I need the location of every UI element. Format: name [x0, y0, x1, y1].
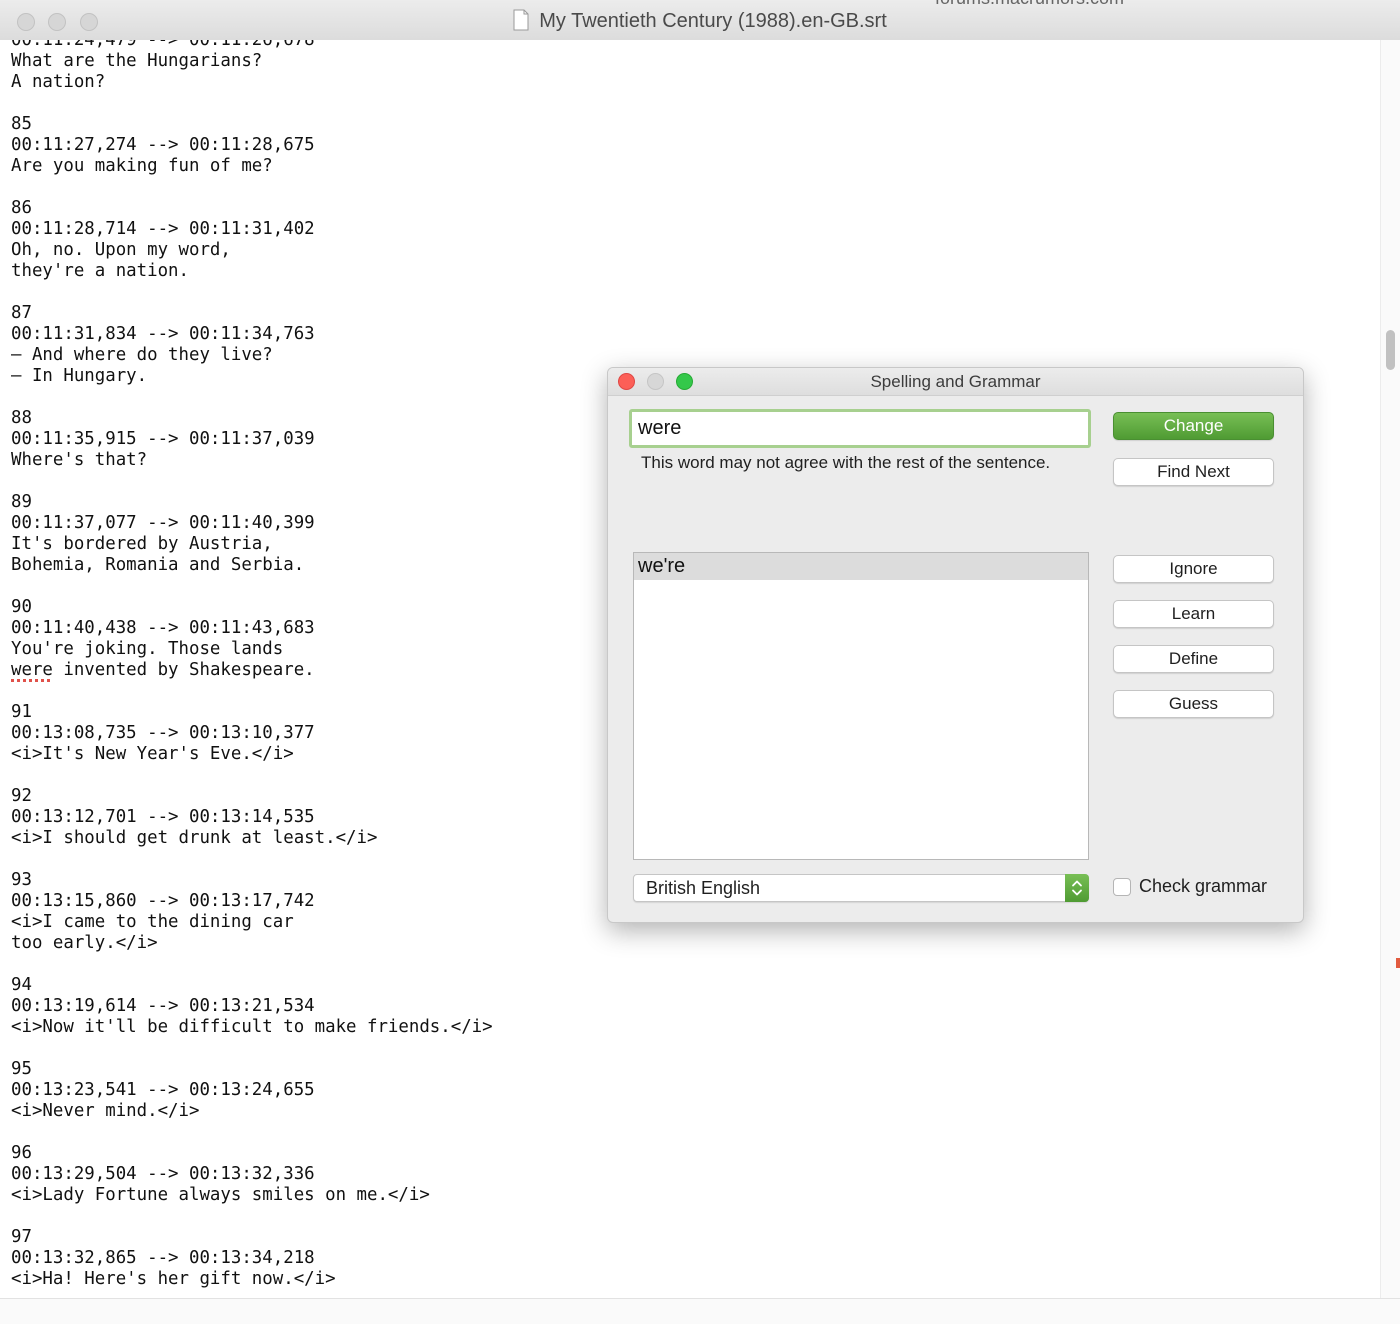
- panel-titlebar[interactable]: Spelling and Grammar: [608, 368, 1303, 396]
- panel-title: Spelling and Grammar: [870, 372, 1041, 391]
- spelling-grammar-panel: Spelling and Grammar This word may not a…: [607, 367, 1304, 923]
- language-select-value: British English: [646, 878, 761, 898]
- window-titlebar[interactable]: forums.macrumors.com My Twentieth Centur…: [0, 0, 1400, 41]
- guess-button[interactable]: Guess: [1113, 690, 1274, 718]
- misspelled-word[interactable]: were: [11, 660, 53, 680]
- change-button[interactable]: Change: [1113, 412, 1274, 440]
- misspelled-word-field[interactable]: [629, 409, 1091, 448]
- language-select[interactable]: British English: [633, 874, 1089, 902]
- window-title: My Twentieth Century (1988).en-GB.srt: [539, 10, 887, 32]
- check-grammar-label: Check grammar: [1139, 876, 1268, 896]
- define-button[interactable]: Define: [1113, 645, 1274, 673]
- check-grammar-checkbox[interactable]: [1113, 878, 1131, 896]
- guess-item[interactable]: we're: [634, 553, 1088, 580]
- guess-list[interactable]: we're: [633, 552, 1089, 860]
- grammar-hint: This word may not agree with the rest of…: [641, 453, 1051, 472]
- select-stepper-icon[interactable]: [1065, 874, 1089, 902]
- learn-button[interactable]: Learn: [1113, 600, 1274, 628]
- background-tab-label: forums.macrumors.com: [935, 0, 1124, 9]
- text-after-error: 91 00:13:08,735 --> 00:13:10,377 <i>It's…: [11, 702, 493, 1289]
- edge-marker: [1396, 958, 1400, 968]
- vertical-scrollbar[interactable]: [1380, 40, 1400, 1298]
- error-line-rest: invented by Shakespeare.: [52, 660, 315, 680]
- document-icon: [513, 9, 529, 31]
- window-title-group: My Twentieth Century (1988).en-GB.srt: [0, 9, 1400, 33]
- text-before-error: 00:11:24,479 --> 00:11:26,678 What are t…: [11, 40, 315, 659]
- document-text[interactable]: 00:11:24,479 --> 00:11:26,678 What are t…: [11, 40, 493, 1290]
- chevron-up-down-icon: [1072, 880, 1082, 896]
- horizontal-scrollbar[interactable]: [0, 1298, 1400, 1324]
- ignore-button[interactable]: Ignore: [1113, 555, 1274, 583]
- find-next-button[interactable]: Find Next: [1113, 458, 1274, 486]
- scroll-thumb[interactable]: [1386, 330, 1395, 370]
